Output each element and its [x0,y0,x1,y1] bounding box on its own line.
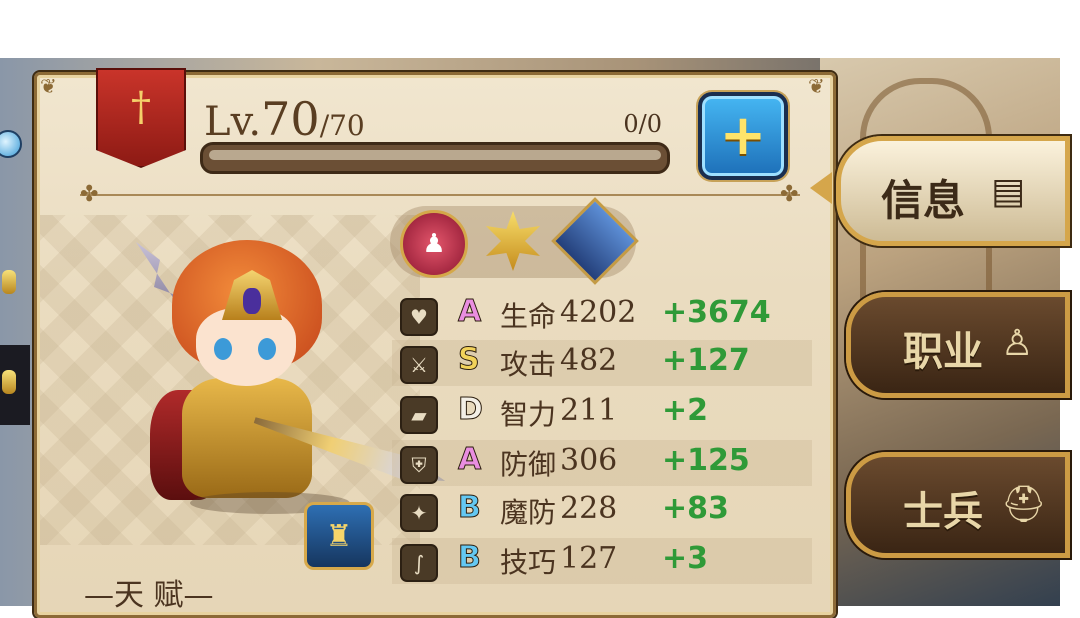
person-icon: ♙ [1001,323,1034,364]
helmet-soldier-icon[interactable] [551,197,639,285]
stat-grade: A [457,442,482,478]
stat-row: ✦ B 魔防 228 +83 [392,488,812,534]
edge-bubble-icon [0,130,22,158]
stat-grade: S [458,342,481,378]
menu-job-label: 职业 [903,328,983,375]
header-divider [80,194,800,196]
left-edge-ui [0,70,30,600]
equipment-badge-icon[interactable]: ♜ [304,502,374,570]
edge-gold-icon [2,270,16,294]
star-shape [486,211,540,271]
stat-name: 智力 [500,398,557,431]
stat-value: 211 [560,393,618,428]
notebook-icon: ▤ [991,171,1026,212]
stat-value: 4202 [560,295,637,330]
stat-row: ⚔ S 攻击 482 +127 [392,340,812,386]
crown-gem [243,288,261,314]
eye [214,338,232,360]
stat-grade: A [457,294,482,330]
skill-icon: ∫ [400,544,438,582]
stat-value: 127 [560,541,618,576]
stat-bonus: +125 [662,443,750,478]
talent-section-title: —天 赋— [84,578,214,613]
level-prefix: Lv. [204,99,262,145]
sword-icon: † [131,84,151,130]
stat-value: 306 [560,443,618,478]
book-icon: ▰ [400,396,438,434]
stat-name: 生命 [500,300,557,333]
helmet-icon: ⛑ [1001,484,1047,525]
armor [182,378,312,498]
divider-ornament-icon: ✤ [80,182,99,207]
edge-gold-icon [2,370,16,394]
level-display: Lv.70/70 [204,92,365,146]
class-banner: † [96,68,186,168]
menu-soldier-button[interactable]: 士兵 ⛑ [846,452,1070,558]
exp-counter: 0/0 [623,110,662,138]
stat-row: ⛨ A 防御 306 +125 [392,440,812,486]
level-up-button[interactable]: + [698,92,788,180]
exp-progress-bar [200,142,670,174]
menu-soldier-label: 士兵 [903,488,983,535]
star-rank-icon[interactable] [482,210,544,272]
stat-row: ▰ D 智力 211 +2 [392,390,812,436]
exp-progress-track [209,150,661,160]
stat-name: 防御 [500,448,557,481]
plus-icon: + [719,103,767,168]
corner-ornament-icon: ❦ [808,74,825,98]
magic-shield-icon: ✦ [400,494,438,532]
menu-info-label: 信息 [881,176,966,225]
eye [258,338,276,360]
corner-ornament-icon: ❦ [40,74,57,98]
stat-grade: D [458,392,484,428]
stat-grade: B [458,540,482,576]
stat-bonus: +2 [662,393,709,428]
stat-bonus: +83 [662,491,729,526]
heart-icon: ♥ [400,298,438,336]
stat-name: 攻击 [500,348,557,381]
diamond-shape [551,197,639,285]
stat-bonus: +127 [662,343,750,378]
stat-value: 482 [560,343,618,378]
stat-name: 魔防 [500,496,557,529]
level-max: /70 [319,109,365,142]
stat-grade: B [458,490,482,526]
sword-icon: ⚔ [400,346,438,384]
menu-job-button[interactable]: 职业 ♙ [846,292,1070,398]
level-current: 70 [261,92,320,146]
divider-ornament-icon: ✤ [780,182,799,207]
menu-info-button[interactable]: 信息 ▤ [836,136,1070,246]
stat-row: ♥ A 生命 4202 +3674 [392,292,812,338]
stat-name: 技巧 [500,546,557,579]
stat-value: 228 [560,491,618,526]
stat-bonus: +3 [662,541,709,576]
menu-selected-arrow-icon [810,172,832,204]
stat-row: ∫ B 技巧 127 +3 [392,538,812,584]
stat-bonus: +3674 [662,295,771,330]
shield-icon: ⛨ [400,446,438,484]
